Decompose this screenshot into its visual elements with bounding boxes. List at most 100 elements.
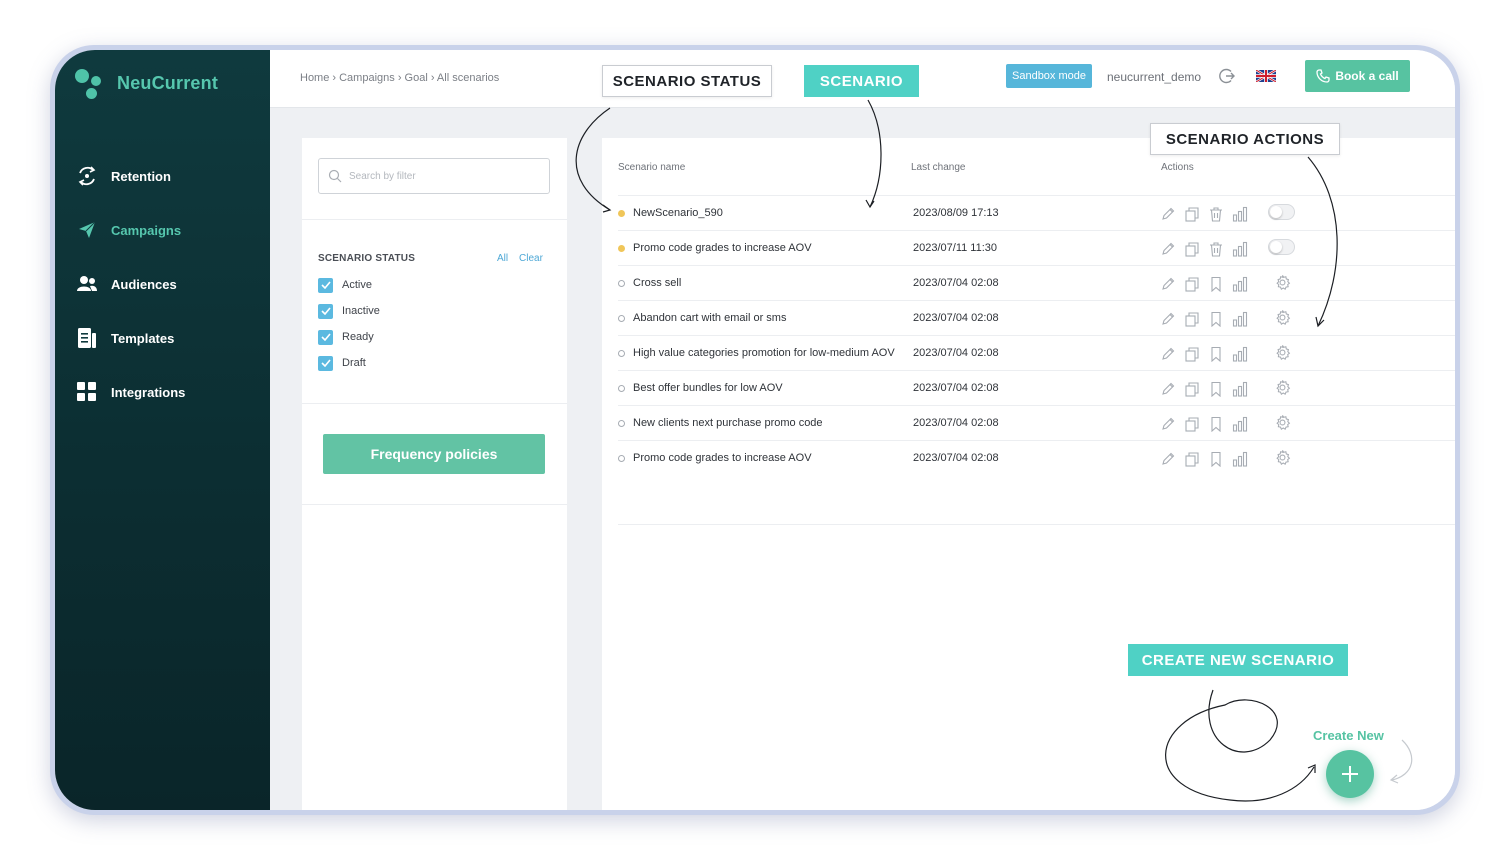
sidebar-item-audiences[interactable]: Audiences (75, 270, 265, 298)
scenario-name[interactable]: Promo code grades to increase AOV (633, 452, 905, 464)
book-call-button[interactable]: Book a call (1305, 60, 1410, 92)
create-new-button[interactable] (1326, 750, 1374, 798)
edit-icon[interactable] (1160, 381, 1176, 397)
statistics-icon[interactable] (1232, 206, 1248, 222)
users-icon (75, 272, 99, 296)
bookmark-icon[interactable] (1208, 381, 1224, 397)
status-checkbox-draft[interactable]: Draft (318, 355, 366, 371)
scenario-name[interactable]: New clients next purchase promo code (633, 417, 905, 429)
copy-icon[interactable] (1184, 206, 1200, 222)
bookmark-icon[interactable] (1208, 346, 1224, 362)
create-new-label[interactable]: Create New (1313, 728, 1384, 743)
settings-gear-icon[interactable] (1274, 449, 1291, 466)
table-row[interactable]: Best offer bundles for low AOV 2023/07/04… (618, 370, 1455, 405)
logo[interactable]: NeuCurrent (73, 66, 263, 106)
table-row[interactable]: Cross sell 2023/07/04 02:08 (618, 265, 1455, 300)
sidebar-item-label: Audiences (111, 276, 177, 292)
username: neucurrent_demo (1107, 70, 1202, 84)
sidebar-item-campaigns[interactable]: Campaigns (75, 216, 265, 244)
scenario-name[interactable]: Cross sell (633, 277, 905, 289)
search-input[interactable]: Search by filter (318, 158, 550, 194)
row-actions (1160, 274, 1248, 294)
copy-icon[interactable] (1184, 416, 1200, 432)
scenario-name[interactable]: Promo code grades to increase AOV (633, 242, 905, 254)
sidebar-item-retention[interactable]: Retention (75, 162, 265, 190)
column-header-last-change[interactable]: Last change (911, 162, 966, 173)
table-row[interactable]: New clients next purchase promo code 2023… (618, 405, 1455, 440)
frequency-policies-button[interactable]: Frequency policies (323, 434, 545, 474)
edit-icon[interactable] (1160, 311, 1176, 327)
divider (302, 504, 567, 505)
statistics-icon[interactable] (1232, 241, 1248, 257)
edit-icon[interactable] (1160, 451, 1176, 467)
copy-icon[interactable] (1184, 451, 1200, 467)
checkbox-label: Active (342, 279, 372, 291)
status-checkbox-ready[interactable]: Ready (318, 329, 374, 345)
edit-icon[interactable] (1160, 241, 1176, 257)
settings-gear-icon[interactable] (1274, 414, 1291, 431)
edit-icon[interactable] (1160, 206, 1176, 222)
last-change-date: 2023/07/04 02:08 (913, 417, 999, 429)
bookmark-icon[interactable] (1208, 416, 1224, 432)
last-change-date: 2023/07/04 02:08 (913, 452, 999, 464)
activation-toggle[interactable] (1268, 239, 1295, 255)
bookmark-icon[interactable] (1208, 451, 1224, 467)
table-row[interactable]: Promo code grades to increase AOV 2023/07… (618, 440, 1455, 475)
checkbox-checked-icon (318, 303, 333, 319)
sidebar-item-templates[interactable]: Templates (75, 324, 265, 352)
activation-toggle[interactable] (1268, 204, 1295, 220)
status-dot (618, 420, 625, 427)
settings-gear-icon[interactable] (1274, 274, 1291, 291)
table-row[interactable]: Promo code grades to increase AOV 2023/07… (618, 230, 1455, 265)
row-actions (1160, 344, 1248, 364)
uk-flag-icon[interactable] (1255, 68, 1277, 84)
search-placeholder: Search by filter (349, 171, 416, 182)
table-row[interactable]: Abandon cart with email or sms 2023/07/04… (618, 300, 1455, 335)
logo-text: NeuCurrent (117, 73, 219, 93)
breadcrumb[interactable]: Home › Campaigns › Goal › All scenarios (300, 72, 499, 84)
copy-icon[interactable] (1184, 241, 1200, 257)
statistics-icon[interactable] (1232, 311, 1248, 327)
book-call-label: Book a call (1335, 69, 1399, 83)
app-screen: NeuCurrent Retention Campaigns Audiences… (55, 50, 1455, 810)
bookmark-icon[interactable] (1208, 276, 1224, 292)
select-all-link[interactable]: All (497, 253, 508, 264)
statistics-icon[interactable] (1232, 416, 1248, 432)
edit-icon[interactable] (1160, 346, 1176, 362)
bookmark-icon[interactable] (1208, 311, 1224, 327)
logout-icon[interactable] (1218, 67, 1236, 85)
divider (302, 219, 567, 220)
statistics-icon[interactable] (1232, 346, 1248, 362)
edit-icon[interactable] (1160, 416, 1176, 432)
scenario-name[interactable]: Best offer bundles for low AOV (633, 382, 905, 394)
settings-gear-icon[interactable] (1274, 344, 1291, 361)
clear-link[interactable]: Clear (519, 253, 543, 264)
row-actions (1160, 414, 1248, 434)
status-checkbox-inactive[interactable]: Inactive (318, 303, 380, 319)
copy-icon[interactable] (1184, 346, 1200, 362)
status-dot (618, 210, 625, 217)
checkbox-checked-icon (318, 329, 333, 345)
scenario-name[interactable]: High value categories promotion for low-… (633, 347, 905, 359)
callout-create-new-scenario: CREATE NEW SCENARIO (1128, 644, 1348, 676)
statistics-icon[interactable] (1232, 451, 1248, 467)
copy-icon[interactable] (1184, 276, 1200, 292)
table-row[interactable]: NewScenario_590 2023/08/09 17:13 (618, 195, 1455, 230)
scenario-name[interactable]: Abandon cart with email or sms (633, 312, 905, 324)
settings-gear-icon[interactable] (1274, 309, 1291, 326)
delete-icon[interactable] (1208, 241, 1224, 257)
statistics-icon[interactable] (1232, 276, 1248, 292)
scenario-name[interactable]: NewScenario_590 (633, 207, 905, 219)
delete-icon[interactable] (1208, 206, 1224, 222)
status-checkbox-active[interactable]: Active (318, 277, 372, 293)
copy-icon[interactable] (1184, 381, 1200, 397)
sandbox-mode-badge[interactable]: Sandbox mode (1006, 64, 1092, 88)
copy-icon[interactable] (1184, 311, 1200, 327)
checkbox-checked-icon (318, 355, 333, 371)
edit-icon[interactable] (1160, 276, 1176, 292)
table-row[interactable]: High value categories promotion for low-… (618, 335, 1455, 370)
column-header-name[interactable]: Scenario name (618, 162, 685, 173)
statistics-icon[interactable] (1232, 381, 1248, 397)
sidebar-item-integrations[interactable]: Integrations (75, 378, 265, 406)
settings-gear-icon[interactable] (1274, 379, 1291, 396)
